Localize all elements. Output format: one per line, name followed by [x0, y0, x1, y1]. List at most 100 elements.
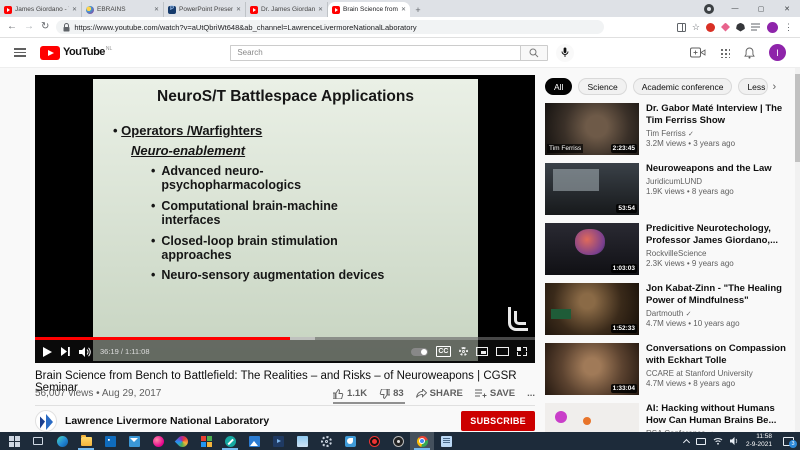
tray-expand-icon[interactable] — [682, 438, 691, 446]
hamburger-menu-icon[interactable] — [14, 48, 26, 57]
create-video-icon[interactable] — [690, 47, 706, 58]
taskbar-edge[interactable] — [50, 432, 74, 450]
chrome-avatar[interactable] — [767, 21, 778, 33]
video-player[interactable]: NeuroS/T Battlespace Applications Operat… — [35, 75, 535, 363]
reading-list-icon[interactable] — [751, 23, 761, 31]
related-channel[interactable]: CCARE at Stanford University — [646, 369, 793, 378]
youtube-logo[interactable]: YouTube NL — [40, 45, 112, 60]
taskbar-color-app[interactable] — [170, 432, 194, 450]
related-video-5[interactable]: 1:33:04 Conversations on Compassion with… — [545, 343, 793, 395]
related-channel[interactable]: Tim Ferriss ✓ — [646, 129, 793, 138]
task-view-button[interactable] — [26, 432, 50, 450]
taskbar-chrome-active[interactable] — [410, 432, 434, 450]
taskbar-tiles-app[interactable] — [194, 432, 218, 450]
extension-dark-icon[interactable] — [736, 22, 745, 32]
tab-brain-science-active[interactable]: Brain Science from Bench to Batt ✕ — [328, 2, 410, 17]
taskbar-movies[interactable] — [266, 432, 290, 450]
theater-mode-icon[interactable] — [496, 347, 509, 356]
reload-icon[interactable]: ↻ — [41, 22, 49, 32]
taskbar-capture[interactable] — [386, 432, 410, 450]
taskbar-file-explorer[interactable] — [74, 432, 98, 450]
related-title[interactable]: Predicitive Neurotechology, Professor Ja… — [646, 223, 793, 247]
related-video-3[interactable]: 1:03:03 Predicitive Neurotechology, Prof… — [545, 223, 793, 275]
related-title[interactable]: AI: Hacking without Humans How Can Human… — [646, 403, 793, 427]
taskbar-mail[interactable] — [122, 432, 146, 450]
taskbar-photos[interactable] — [290, 432, 314, 450]
related-title[interactable]: Neuroweapons and the Law — [646, 163, 772, 175]
channel-avatar[interactable] — [35, 410, 57, 432]
related-title[interactable]: Conversations on Compassion with Eckhart… — [646, 343, 793, 367]
taskbar-pictures[interactable] — [242, 432, 266, 450]
start-button[interactable] — [2, 432, 26, 450]
page-scrollbar[interactable] — [795, 68, 800, 432]
browser-profile-icon[interactable] — [704, 3, 714, 14]
keyboard-tray-icon[interactable] — [695, 437, 706, 445]
video-thumbnail[interactable]: Tim Ferriss 2:23:45 — [545, 103, 639, 155]
miniplayer-icon[interactable] — [476, 347, 488, 356]
tab-powerpoint[interactable]: PowerPoint Presentation ✕ — [164, 2, 246, 17]
related-channel[interactable]: Dartmouth ✓ — [646, 309, 793, 318]
play-icon[interactable] — [43, 346, 52, 357]
related-video-2[interactable]: 53:54 Neuroweapons and the Law Juridicum… — [545, 163, 793, 215]
subscribe-button[interactable]: SUBSCRIBE — [461, 411, 535, 431]
related-video-4[interactable]: 1:52:33 Jon Kabat-Zinn - "The Healing Po… — [545, 283, 793, 335]
tab-close-icon[interactable]: ✕ — [318, 6, 323, 13]
taskbar-snip-sketch[interactable] — [218, 432, 242, 450]
chip-truncated[interactable]: Less — [738, 78, 769, 95]
tab-close-icon[interactable]: ✕ — [236, 6, 241, 13]
url-text[interactable]: https://www.youtube.com/watch?v=aUtQbriW… — [74, 23, 416, 32]
taskbar-recorder[interactable] — [362, 432, 386, 450]
next-icon[interactable] — [61, 347, 70, 356]
chip-academic-conference[interactable]: Academic conference — [632, 78, 733, 95]
speaker-icon[interactable] — [729, 437, 739, 445]
minimize-button[interactable]: — — [722, 5, 748, 12]
close-button[interactable]: ✕ — [774, 5, 800, 13]
taskbar-clock[interactable]: 11:58 2-9-2021 — [746, 433, 772, 450]
video-thumbnail[interactable]: 1:03:03 — [545, 223, 639, 275]
browser-menu-icon[interactable]: ⋮ — [784, 22, 793, 32]
more-actions-button[interactable]: ... — [527, 388, 535, 399]
new-tab-button[interactable]: + — [410, 2, 426, 17]
tab-battlescape[interactable]: Dr. James Giordano: Battlescape ✕ — [246, 2, 328, 17]
youtube-avatar[interactable]: I — [769, 44, 786, 61]
settings-gear-icon[interactable] — [459, 347, 468, 356]
related-channel[interactable]: RockvilleScience — [646, 249, 793, 258]
taskbar-settings[interactable] — [314, 432, 338, 450]
forward-icon[interactable]: → — [24, 22, 34, 32]
taskbar-paint[interactable] — [338, 432, 362, 450]
video-thumbnail[interactable]: 1:52:33 — [545, 283, 639, 335]
bookmark-star-icon[interactable]: ☆ — [692, 22, 700, 32]
share-button[interactable]: SHARE — [415, 388, 463, 399]
search-input[interactable] — [230, 44, 521, 61]
scrollbar-thumb[interactable] — [795, 74, 800, 162]
tab-james-giordano[interactable]: James Giordano - YouTube ✕ — [0, 2, 82, 17]
tab-close-icon[interactable]: ✕ — [154, 6, 159, 13]
voice-search-button[interactable] — [556, 43, 575, 62]
search-button[interactable] — [520, 44, 549, 61]
channel-name[interactable]: Lawrence Livermore National Laboratory — [65, 415, 269, 427]
volume-icon[interactable] — [79, 346, 91, 357]
taskbar-paint3d[interactable] — [146, 432, 170, 450]
maximize-button[interactable]: ▢ — [748, 5, 774, 13]
taskbar-notepad[interactable] — [434, 432, 458, 450]
chip-all[interactable]: All — [545, 78, 573, 95]
closed-captions-button[interactable]: CC — [435, 345, 451, 358]
fullscreen-icon[interactable] — [517, 347, 527, 356]
chip-science[interactable]: Science — [578, 78, 627, 95]
notifications-bell-icon[interactable] — [744, 47, 755, 59]
like-button[interactable]: 1.1K — [332, 388, 367, 399]
tab-close-icon[interactable]: ✕ — [72, 6, 77, 13]
video-thumbnail[interactable]: 53:54 — [545, 163, 639, 215]
related-title[interactable]: Dr. Gabor Maté Interview | The Tim Ferri… — [646, 103, 793, 127]
related-title[interactable]: Jon Kabat-Zinn - "The Healing Power of M… — [646, 283, 793, 307]
tab-close-icon[interactable]: ✕ — [401, 6, 406, 13]
taskbar-store[interactable] — [98, 432, 122, 450]
action-center-icon[interactable]: 3 — [783, 436, 797, 448]
wifi-icon[interactable] — [713, 437, 723, 445]
extension-adblock-icon[interactable] — [706, 22, 715, 32]
video-thumbnail[interactable]: 1:33:04 — [545, 343, 639, 395]
side-panel-icon[interactable] — [676, 22, 686, 32]
back-icon[interactable]: ← — [7, 22, 17, 32]
extension-pink-icon[interactable] — [721, 22, 730, 32]
apps-grid-icon[interactable] — [720, 47, 730, 58]
